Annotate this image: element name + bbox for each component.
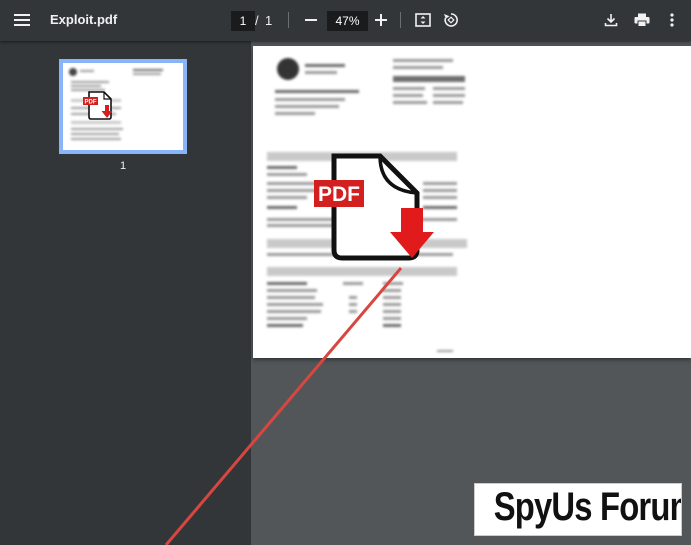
more-vertical-icon[interactable] [662,10,682,30]
minus-icon[interactable] [301,10,321,30]
pdf-badge-text: PDF [318,183,360,206]
toolbar-divider [400,12,401,28]
svg-text:PDF: PDF [85,100,97,106]
hamburger-menu-icon[interactable] [8,8,36,32]
page-thumbnail[interactable]: PDF [59,59,187,154]
rotate-icon[interactable] [441,10,461,30]
watermark-banner: SpyUs Forum [474,483,682,536]
plus-icon[interactable] [371,10,391,30]
zoom-level-input[interactable] [327,11,368,31]
thumbnail-page-number: 1 [119,160,127,172]
pdf-toolbar: Exploit.pdf / 1 [0,0,691,41]
pdf-download-icon: PDF [314,153,434,261]
thumbnail-sidebar: PDF 1 [0,41,251,545]
download-icon[interactable] [601,10,621,30]
document-title: Exploit.pdf [50,12,118,27]
toolbar-divider [288,12,289,28]
fit-to-page-icon[interactable] [413,10,433,30]
pdf-file-icon: PDF [83,91,113,120]
watermark-text: SpyUs Forum [493,485,682,529]
total-pages: 1 [265,13,273,28]
page-number-input[interactable] [231,11,255,31]
print-icon[interactable] [632,10,652,30]
page-separator: / [255,13,259,28]
